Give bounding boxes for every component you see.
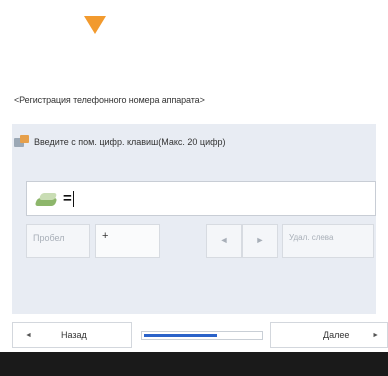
- space-button-label: Пробел: [33, 233, 65, 243]
- keypad-icon: [14, 135, 30, 149]
- progress-fill: [144, 334, 217, 337]
- backspace-button[interactable]: Удал. слева: [282, 224, 374, 258]
- entry-panel: [12, 124, 376, 314]
- back-arrow-icon: ◄: [25, 332, 32, 339]
- next-button[interactable]: Далее ►: [270, 322, 388, 348]
- bottom-status-bar: [0, 352, 388, 376]
- right-arrow-icon: ►: [255, 235, 265, 245]
- plus-button[interactable]: +: [95, 224, 160, 258]
- backspace-button-label: Удал. слева: [289, 233, 334, 242]
- cursor-right-button[interactable]: ►: [242, 224, 278, 258]
- left-arrow-icon: ◄: [219, 235, 229, 245]
- next-arrow-icon: ►: [372, 332, 379, 339]
- step-indicator-arrow-icon: [84, 16, 106, 34]
- phone-icon: [34, 190, 59, 208]
- next-button-label: Далее: [323, 330, 350, 340]
- page-title: <Регистрация телефонного номера аппарата…: [14, 95, 205, 105]
- cursor-left-button[interactable]: ◄: [206, 224, 242, 258]
- text-caret: [72, 190, 74, 207]
- instruction-row: Введите с пом. цифр. клавиш(Макс. 20 циф…: [14, 134, 226, 150]
- back-button[interactable]: ◄ Назад: [12, 322, 132, 348]
- space-button[interactable]: Пробел: [26, 224, 90, 258]
- phone-number-value: =: [63, 190, 72, 207]
- back-button-label: Назад: [61, 330, 87, 340]
- wizard-progress-bar: [141, 331, 263, 340]
- instruction-text: Введите с пом. цифр. клавиш(Макс. 20 циф…: [34, 137, 226, 147]
- phone-number-input[interactable]: =: [26, 181, 376, 216]
- plus-button-label: +: [102, 230, 109, 242]
